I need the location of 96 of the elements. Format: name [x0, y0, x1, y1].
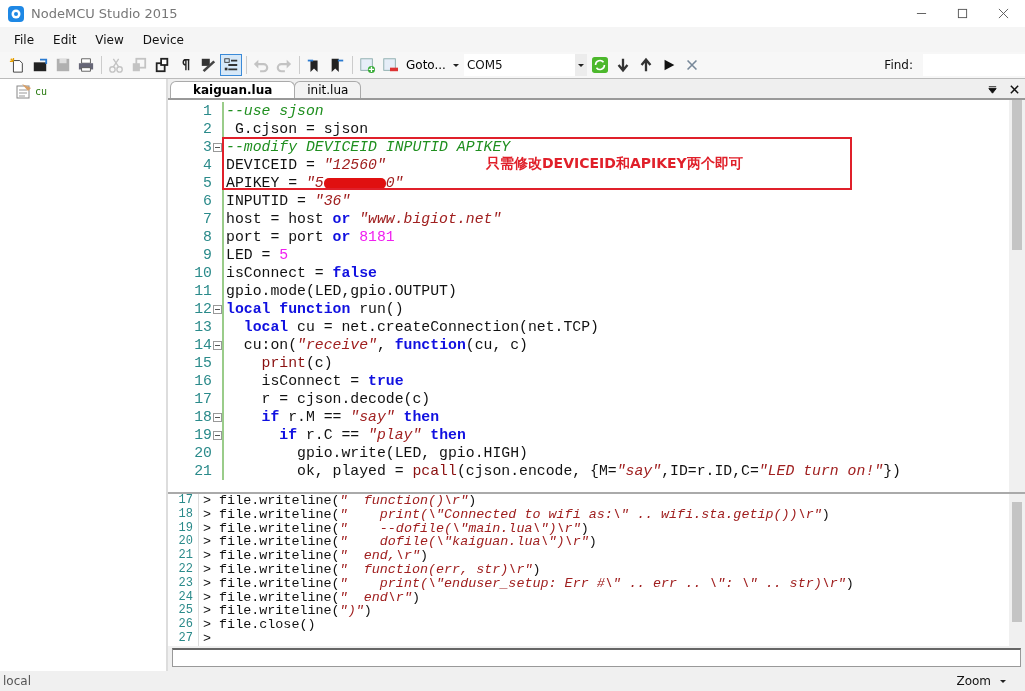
console-line: > — [203, 631, 212, 646]
scrollbar[interactable] — [1009, 100, 1025, 492]
find-label: Find: — [884, 58, 913, 72]
line-number: 23 — [168, 576, 199, 591]
code-line: G.cjson = sjson — [233, 120, 369, 138]
line-number: 19 — [168, 521, 199, 536]
fold-icon[interactable] — [212, 142, 222, 152]
window-title: NodeMCU Studio 2015 — [31, 6, 178, 21]
line-number: 17 — [168, 494, 199, 508]
line-number: 15 — [193, 354, 212, 372]
line-number: 19 — [193, 426, 212, 444]
code-line: --use sjson — [225, 102, 324, 120]
maximize-icon[interactable] — [957, 8, 968, 19]
line-number: 7 — [202, 210, 212, 228]
line-number: 3 — [202, 138, 212, 156]
zoom-dropdown[interactable]: Zoom — [950, 673, 1013, 689]
code-line: APIKEY = "5 0" — [225, 174, 404, 192]
code-line: isConnect = false — [225, 264, 377, 282]
caret-icon — [999, 677, 1007, 685]
tab-list-icon[interactable] — [987, 84, 998, 95]
line-number: 14 — [193, 336, 212, 354]
fold-icon[interactable] — [212, 412, 222, 422]
code-line: cu:on("receive", function(cu, c) — [242, 336, 528, 354]
command-field[interactable] — [172, 648, 1021, 667]
code-line: port = port or 8181 — [225, 228, 395, 246]
line-number: 1 — [202, 102, 212, 120]
code-line: r = cjson.decode(c) — [260, 390, 431, 408]
scrollbar[interactable] — [1009, 494, 1025, 646]
app-icon — [8, 5, 24, 22]
line-number: 6 — [202, 192, 212, 210]
code-line: local function run() — [225, 300, 404, 318]
fold-icon[interactable] — [212, 430, 222, 440]
console-line: > file.writeline(" end\r") — [203, 590, 420, 605]
line-number: 21 — [168, 549, 199, 563]
line-number: 18 — [193, 408, 212, 426]
console-line: > file.writeline(")") — [203, 604, 372, 619]
code-line: --modify DEVICEID INPUTID APIKEY — [225, 138, 511, 156]
code-line: ok, played = pcall(cjson.encode, {M="say",ID=r.ID,C="LED turn on!"}) — [296, 462, 901, 480]
goto-dropdown[interactable]: Goto... — [402, 58, 464, 72]
code-line: if r.M == "say" then — [260, 408, 440, 426]
code-line: local cu = net.createConnection(net.TCP) — [242, 318, 599, 336]
line-number: 2 — [202, 120, 212, 138]
code-line: isConnect = true — [260, 372, 404, 390]
line-number: 4 — [202, 156, 212, 174]
menu-item[interactable]: Device — [134, 32, 192, 47]
line-number: 17 — [193, 390, 212, 408]
line-number: 26 — [168, 618, 199, 632]
line-number: 8 — [202, 228, 212, 246]
line-number: 9 — [202, 246, 212, 264]
line-number: 22 — [168, 563, 199, 577]
close-icon[interactable] — [1009, 84, 1020, 95]
line-number: 25 — [168, 604, 199, 619]
file-tab[interactable]: init.lua — [294, 81, 362, 98]
menu-item[interactable]: Edit — [45, 32, 85, 47]
console-line: > file.writeline(" print(\"Connected to wifi as:\" .. wifi.sta.getip())\r") — [203, 507, 830, 522]
line-number: 10 — [193, 264, 212, 282]
code-line: gpio.mode(LED,gpio.OUTPUT) — [225, 282, 457, 300]
menu-item[interactable]: File — [6, 32, 43, 47]
menu-item[interactable]: View — [87, 32, 132, 47]
code-line: if r.C == "play" then — [278, 426, 466, 444]
code-line: host = host or "www.bigiot.net" — [225, 210, 502, 228]
console-line: > file.writeline(" function(err, str)\r") — [203, 563, 541, 577]
list-icon[interactable] — [220, 54, 242, 76]
fold-icon[interactable] — [212, 340, 222, 350]
console-line: > file.writeline(" function()\r") — [203, 494, 477, 508]
line-number: 11 — [193, 282, 212, 300]
code-line: INPUTID = "36" — [225, 192, 351, 210]
line-number: 18 — [168, 507, 199, 522]
script-icon — [16, 83, 32, 99]
code-line: gpio.write(LED, gpio.HIGH) — [296, 444, 528, 462]
console-line: > file.writeline(" end,\r") — [203, 549, 428, 563]
line-number: 20 — [193, 444, 212, 462]
port-value: COM5 — [466, 58, 503, 72]
annotation-text: 只需修改DEVICEID和APIKEY两个即可 — [486, 155, 743, 173]
line-number: 5 — [202, 174, 212, 192]
status-text: local — [3, 674, 31, 688]
line-number: 12 — [193, 300, 212, 318]
line-number: 16 — [193, 372, 212, 390]
line-number: 21 — [193, 462, 212, 480]
code-line: DEVICEID = "12560" — [225, 156, 386, 174]
line-number: 27 — [168, 631, 199, 646]
port-dropdown[interactable]: COM5 — [463, 54, 587, 76]
code-line: LED = 5 — [225, 246, 289, 264]
console-line: > file.writeline(" dofile(\"kaiguan.lua\")\r") — [203, 535, 597, 550]
line-number: 24 — [168, 590, 199, 605]
file-tab[interactable]: kaiguan.lua — [170, 81, 296, 98]
fold-icon[interactable] — [212, 304, 222, 314]
console-line: > file.close() — [203, 618, 316, 632]
console-line: > file.writeline(" print(\"enduser_setup: Err #\" .. err .. \": \" .. str)\r") — [203, 576, 854, 591]
caret-icon — [451, 61, 460, 69]
code-line: print(c) — [260, 354, 333, 372]
line-number: 13 — [193, 318, 212, 336]
line-number: 20 — [168, 535, 199, 550]
caret-icon[interactable] — [576, 61, 585, 69]
console-line: > file.writeline(" --dofile(\"main.lua\")\r") — [203, 521, 589, 536]
tree-item[interactable]: cu — [35, 85, 48, 97]
